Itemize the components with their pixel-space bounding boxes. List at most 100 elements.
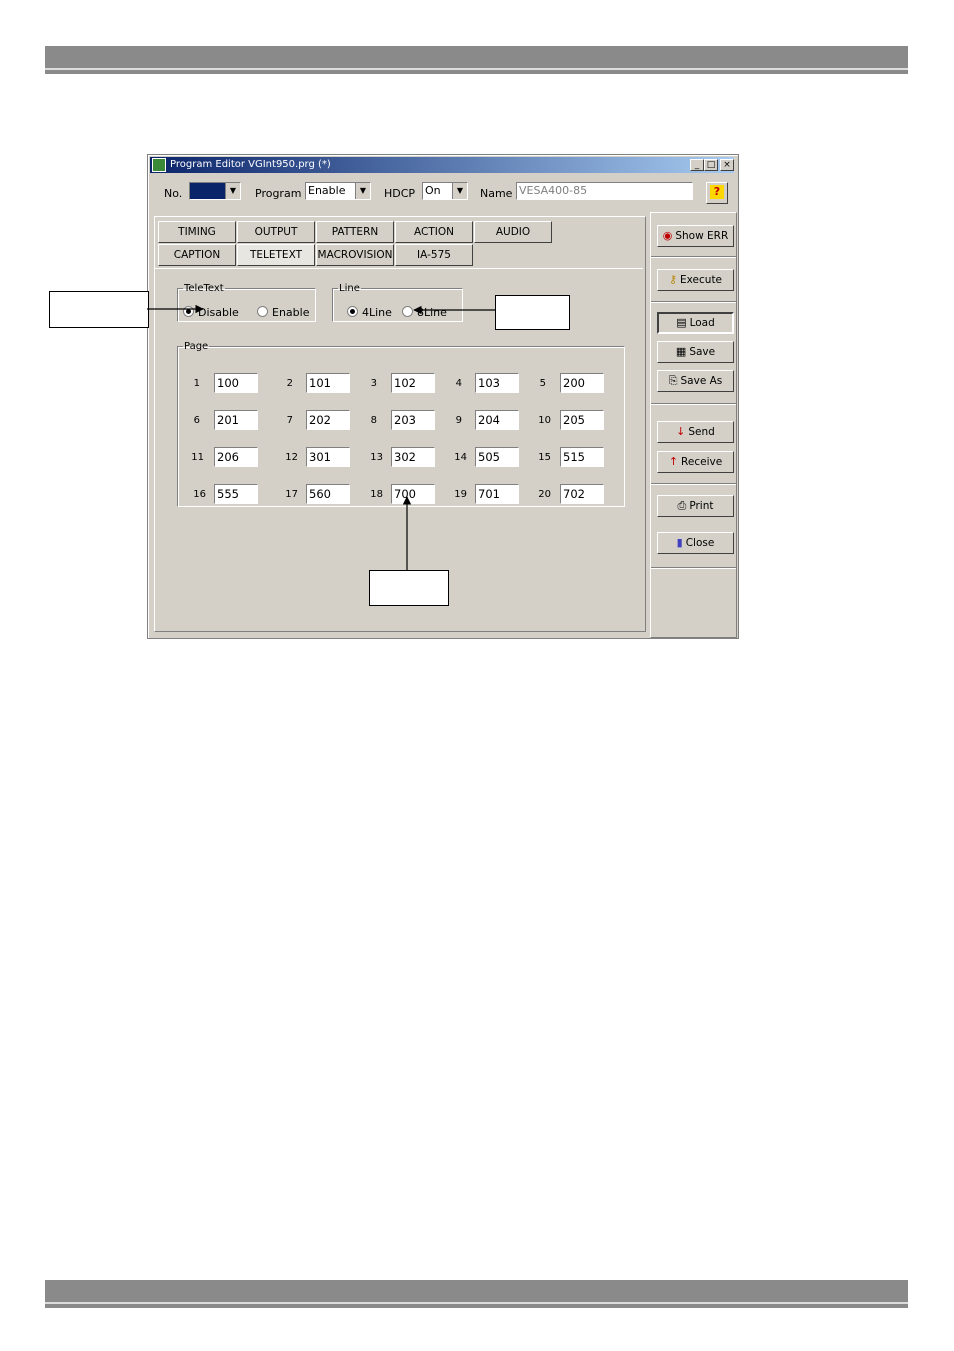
line-group: Line 4Line 8Line bbox=[332, 283, 463, 322]
print-button[interactable]: ⎙ Print bbox=[657, 495, 734, 517]
minimize-button[interactable]: _ bbox=[690, 159, 704, 171]
page-input[interactable]: 555 bbox=[214, 484, 258, 504]
hdcp-select[interactable]: On ▼ bbox=[422, 182, 468, 200]
tab-ia-575[interactable]: IA-575 bbox=[395, 244, 473, 266]
page-number: 5 bbox=[539, 378, 546, 389]
help-button[interactable]: ? bbox=[706, 182, 728, 204]
teletext-enable-radio[interactable]: Enable bbox=[257, 306, 309, 319]
button-label: Save bbox=[689, 346, 716, 358]
page-input[interactable]: 101 bbox=[306, 373, 350, 393]
hdcp-select-value: On bbox=[425, 184, 441, 197]
button-label: Execute bbox=[680, 274, 723, 286]
page-input[interactable]: 203 bbox=[391, 410, 435, 430]
radio-icon bbox=[257, 306, 268, 317]
divider bbox=[651, 483, 736, 485]
hdcp-label: HDCP bbox=[384, 187, 416, 200]
name-label: Name bbox=[480, 187, 513, 200]
tab-action[interactable]: ACTION bbox=[395, 221, 473, 243]
divider bbox=[651, 403, 736, 405]
save-as-button[interactable]: ⎘ Save As bbox=[657, 370, 734, 392]
page-number: 9 bbox=[455, 415, 462, 426]
button-label: Send bbox=[688, 426, 715, 438]
maximize-button[interactable]: □ bbox=[704, 159, 718, 171]
arrow-up-icon: ↑ bbox=[668, 455, 679, 468]
page-number: 12 bbox=[285, 452, 298, 463]
name-field[interactable]: VESA400-85 bbox=[516, 182, 693, 200]
page-number: 16 bbox=[193, 489, 206, 500]
chevron-down-icon[interactable]: ▼ bbox=[355, 183, 370, 199]
tab-caption[interactable]: CAPTION bbox=[158, 244, 236, 266]
send-button[interactable]: ↓ Send bbox=[657, 421, 734, 443]
program-select-value: Enable bbox=[308, 184, 346, 197]
page-input[interactable]: 205 bbox=[560, 410, 604, 430]
page-number: 14 bbox=[454, 452, 467, 463]
page-input[interactable]: 301 bbox=[306, 447, 350, 467]
page-number: 2 bbox=[286, 378, 293, 389]
page-input[interactable]: 206 bbox=[214, 447, 258, 467]
radio-selected-icon bbox=[347, 306, 358, 317]
teletext-disable-radio[interactable]: Disable bbox=[183, 306, 239, 319]
teletext-group-label: TeleText bbox=[184, 283, 224, 294]
page-input[interactable]: 100 bbox=[214, 373, 258, 393]
radio-label: 8Line bbox=[417, 306, 447, 319]
help-icon: ? bbox=[710, 185, 724, 199]
callout-box-line bbox=[495, 295, 570, 330]
callout-box-teletext bbox=[49, 291, 149, 328]
title-bar[interactable]: Program Editor VGInt950.prg (*) _ □ × bbox=[150, 157, 734, 173]
radio-label: Enable bbox=[272, 306, 310, 319]
page-input[interactable]: 515 bbox=[560, 447, 604, 467]
tab-timing[interactable]: TIMING bbox=[158, 221, 236, 243]
divider bbox=[651, 301, 736, 303]
show-err-button[interactable]: ◉ Show ERR bbox=[657, 225, 734, 247]
save-button[interactable]: ▦ Save bbox=[657, 341, 734, 363]
line-4-radio[interactable]: 4Line bbox=[347, 306, 392, 319]
page-footer-bar bbox=[45, 1280, 908, 1308]
document-icon: ▤ bbox=[676, 316, 687, 329]
page-number: 4 bbox=[455, 378, 462, 389]
execute-button[interactable]: ⚷ Execute bbox=[657, 269, 734, 291]
no-label: No. bbox=[164, 187, 183, 200]
tab-audio[interactable]: AUDIO bbox=[474, 221, 552, 243]
load-button[interactable]: ▤ Load bbox=[657, 312, 734, 334]
key-icon: ⚷ bbox=[668, 273, 678, 286]
radio-selected-icon bbox=[183, 306, 194, 317]
program-select[interactable]: Enable ▼ bbox=[305, 182, 371, 200]
page-input[interactable]: 560 bbox=[306, 484, 350, 504]
save-as-icon: ⎘ bbox=[668, 374, 678, 387]
page-input[interactable]: 202 bbox=[306, 410, 350, 430]
chevron-down-icon[interactable]: ▼ bbox=[225, 183, 240, 199]
tab-pattern[interactable]: PATTERN bbox=[316, 221, 394, 243]
page-number: 6 bbox=[193, 415, 200, 426]
tab-teletext[interactable]: TELETEXT bbox=[237, 244, 315, 266]
line-8-radio[interactable]: 8Line bbox=[402, 306, 447, 319]
page-number: 3 bbox=[370, 378, 377, 389]
receive-button[interactable]: ↑ Receive bbox=[657, 451, 734, 473]
button-label: Print bbox=[689, 500, 714, 512]
page-number: 1 bbox=[193, 378, 200, 389]
close-window-button[interactable]: × bbox=[720, 159, 734, 171]
radio-label: Disable bbox=[198, 306, 239, 319]
door-icon: ▮ bbox=[676, 536, 683, 549]
tab-macrovision[interactable]: MACROVISION bbox=[316, 244, 394, 266]
page-input[interactable]: 505 bbox=[475, 447, 519, 467]
chevron-down-icon[interactable]: ▼ bbox=[452, 183, 467, 199]
close-button[interactable]: ▮ Close bbox=[657, 532, 734, 554]
page-input[interactable]: 102 bbox=[391, 373, 435, 393]
radio-icon bbox=[402, 306, 413, 317]
page-input[interactable]: 701 bbox=[475, 484, 519, 504]
page-number: 8 bbox=[370, 415, 377, 426]
page-input[interactable]: 103 bbox=[475, 373, 519, 393]
page-input[interactable]: 702 bbox=[560, 484, 604, 504]
page-number: 19 bbox=[454, 489, 467, 500]
printer-icon: ⎙ bbox=[677, 499, 687, 512]
page-input[interactable]: 201 bbox=[214, 410, 258, 430]
page-input[interactable]: 700 bbox=[391, 484, 435, 504]
page-group: Page 1 100 2 101 3 102 4 103 5 200 6 201… bbox=[177, 341, 625, 507]
page-input[interactable]: 200 bbox=[560, 373, 604, 393]
tab-output[interactable]: OUTPUT bbox=[237, 221, 315, 243]
error-icon: ◉ bbox=[662, 229, 673, 242]
page-input[interactable]: 204 bbox=[475, 410, 519, 430]
no-select[interactable]: ▼ bbox=[189, 182, 241, 200]
radio-label: 4Line bbox=[362, 306, 392, 319]
page-input[interactable]: 302 bbox=[391, 447, 435, 467]
